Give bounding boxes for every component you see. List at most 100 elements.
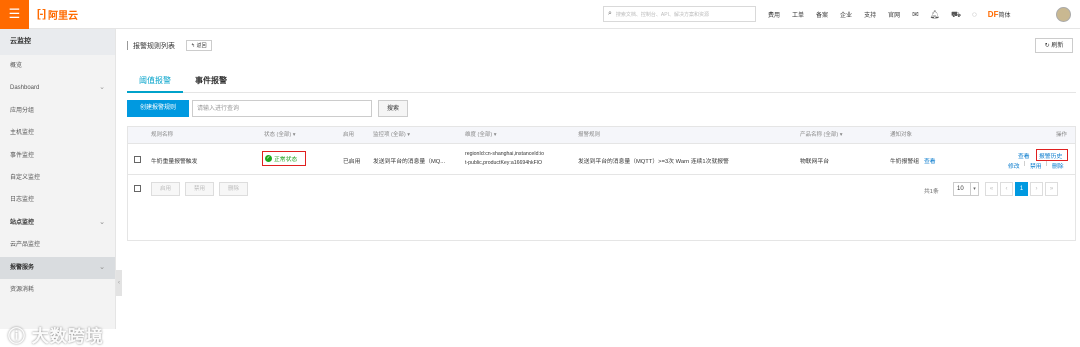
nav-fees[interactable]: 费用 (768, 10, 780, 19)
mail-icon[interactable]: ✉ (912, 10, 919, 19)
query-input[interactable]: 请输入进行查询 (192, 100, 372, 117)
th-rule-name: 规则名称 (151, 132, 174, 138)
sidebar-title: 云监控 (0, 29, 115, 55)
search-placeholder: 搜索文档、控制台、API、解决方案和资源 (615, 11, 709, 18)
sidebar-item[interactable]: 资源消耗 (0, 279, 115, 301)
table-footer: 启用 禁用 删除 共1条 10 ▾ « ‹ 1 › » (128, 176, 1075, 202)
edit-link[interactable]: 修改 (1008, 161, 1020, 170)
logo-text: 阿里云 (48, 10, 78, 22)
top-nav: 费用 工单 备案 企业 支持 官网 ✉ 🔔︎ ⛟ ◌ DF 简体 (768, 0, 1022, 29)
delete-link[interactable]: 删除 (1052, 161, 1064, 170)
sidebar-item[interactable]: 应用分组 (0, 100, 115, 122)
alarm-tabs: 阈值报警 事件报警 (127, 75, 1076, 93)
view-link[interactable]: 查看 (1018, 151, 1030, 160)
pager-next[interactable]: › (1030, 182, 1043, 196)
chevron-down-icon: ⌄ (99, 218, 105, 226)
search-button[interactable]: 搜索 (378, 100, 408, 117)
sidebar-item-label: 资源消耗 (10, 286, 35, 293)
tab-threshold-alarm[interactable]: 阈值报警 (127, 75, 183, 93)
sidebar-item-label: 云产品监控 (10, 242, 41, 249)
alarm-history-highlight (1036, 149, 1068, 161)
th-actions: 操作 (1056, 132, 1068, 138)
watermark-logo: ⓘ 大数跨境 (8, 322, 104, 347)
bulk-enable-button[interactable]: 启用 (151, 182, 180, 196)
aliyun-logo[interactable]: [-] 阿里云 (37, 7, 78, 22)
nav-enterprise[interactable]: 企业 (840, 10, 852, 19)
title-bar-divider (127, 41, 128, 50)
bell-icon[interactable]: 🔔︎ (930, 10, 940, 19)
th-enabled: 启用 (343, 132, 355, 138)
bulk-disable-button[interactable]: 禁用 (185, 182, 214, 196)
back-button[interactable]: ↰ 返回 (186, 40, 212, 51)
sidebar-item-label: 站点监控 (10, 219, 35, 226)
th-alarm-rule: 报警规则 (578, 132, 601, 138)
sidebar-item-label: 自定义监控 (10, 174, 41, 181)
help-icon[interactable]: ◌ (972, 10, 977, 19)
sidebar-item-label: 主机监控 (10, 130, 35, 137)
user-badge[interactable]: DF (988, 10, 999, 19)
nav-official-site[interactable]: 官网 (888, 10, 900, 19)
logo-mark: [-] (37, 8, 46, 20)
page-size-value: 10 (957, 186, 964, 192)
op-separator: | (1024, 161, 1026, 167)
language-label[interactable]: 简体 (998, 10, 1010, 19)
th-metric[interactable]: 监控项 (全部) ▾ (373, 127, 410, 144)
sidebar-item[interactable]: 概览 (0, 55, 115, 77)
select-all-checkbox[interactable] (134, 185, 141, 192)
sidebar-item[interactable]: 站点监控 ⌄ (0, 212, 115, 234)
page-size-select[interactable]: 10 ▾ (953, 182, 979, 196)
avatar[interactable] (1056, 7, 1071, 22)
sidebar-item[interactable]: 报警服务 ⌄ (0, 256, 115, 279)
pager-page-1[interactable]: 1 (1015, 182, 1028, 196)
nav-filing[interactable]: 备案 (816, 10, 828, 19)
sidebar-item[interactable]: 日志监控 (0, 189, 115, 211)
watermark-text: 大数跨境 (31, 327, 104, 346)
table-row: 牛奶重量报警触发 ✓ 正常状态 已启用 发送到平台的消息量（MQ... regi… (128, 144, 1075, 175)
th-product[interactable]: 产品名称 (全部) ▾ (800, 127, 842, 144)
hamburger-icon[interactable]: ☰ (0, 0, 29, 29)
sidebar-item[interactable]: Dashboard ⌄ (0, 77, 115, 99)
rule-name: 牛奶重量报警触发 (151, 159, 198, 165)
th-notify: 通知对象 (890, 132, 913, 138)
refresh-label: 刷新 (1051, 43, 1064, 49)
status-text: 正常状态 (274, 157, 298, 163)
sidebar-item[interactable]: 自定义监控 (0, 167, 115, 189)
pager-last[interactable]: » (1045, 182, 1058, 196)
th-dimension[interactable]: 维度 (全部) ▾ (465, 127, 496, 144)
alarm-rules-table: 规则名称 状态 (全部) ▾ 启用 监控项 (全部) ▾ 维度 (全部) ▾ 报… (127, 126, 1076, 241)
sidebar-item-label: 日志监控 (10, 197, 35, 204)
row-checkbox[interactable] (134, 156, 141, 163)
th-status[interactable]: 状态 (全部) ▾ (264, 127, 295, 144)
table-header: 规则名称 状态 (全部) ▾ 启用 监控项 (全部) ▾ 维度 (全部) ▾ 报… (128, 127, 1075, 144)
notify-view-link[interactable]: 查看 (924, 156, 936, 165)
sidebar-item[interactable]: 云产品监控 (0, 234, 115, 256)
disable-link[interactable]: 禁用 (1030, 161, 1042, 170)
bulk-delete-button[interactable]: 删除 (219, 182, 248, 196)
search-icon: ⌕ (608, 10, 612, 17)
sidebar-item-label: 应用分组 (10, 107, 35, 114)
global-search-input[interactable]: ⌕ 搜索文档、控制台、API、解决方案和资源 (603, 6, 756, 22)
refresh-button[interactable]: ↻ 刷新 (1035, 38, 1073, 53)
create-alarm-rule-button[interactable]: 创建报警规则 (127, 100, 189, 117)
dimension-line-2: t-public,productKey:a16694hkFlO (465, 160, 542, 166)
sidebar-item[interactable]: 事件监控 (0, 145, 115, 167)
sidebar-item-label: 事件监控 (10, 152, 35, 159)
cart-icon[interactable]: ⛟ (951, 10, 961, 20)
nav-tickets[interactable]: 工单 (792, 10, 804, 19)
sidebar-item[interactable]: 主机监控 (0, 122, 115, 144)
top-bar: ☰ [-] 阿里云 ⌕ 搜索文档、控制台、API、解决方案和资源 费用 工单 备… (0, 0, 1080, 29)
page-title: 报警规则列表 (133, 42, 175, 50)
enabled-state: 已启用 (343, 159, 361, 165)
op-separator: | (1046, 161, 1048, 167)
product-cell: 物联网平台 (800, 159, 829, 165)
notify-group: 牛奶报警组 (890, 159, 919, 165)
page-header: 报警规则列表 ↰ 返回 (127, 40, 212, 51)
alarm-rule-cell: 发送到平台的消息量（MQTT）>=3次 Warn 连续1次就报警 (578, 159, 729, 165)
chevron-down-icon: ⌄ (99, 84, 105, 92)
pager-first[interactable]: « (985, 182, 998, 196)
sidebar-item-label: 概览 (10, 63, 23, 69)
pager-prev[interactable]: ‹ (1000, 182, 1013, 196)
nav-support[interactable]: 支持 (864, 10, 876, 19)
metric-cell: 发送到平台的消息量（MQ... (373, 159, 446, 165)
tab-event-alarm[interactable]: 事件报警 (183, 75, 239, 93)
